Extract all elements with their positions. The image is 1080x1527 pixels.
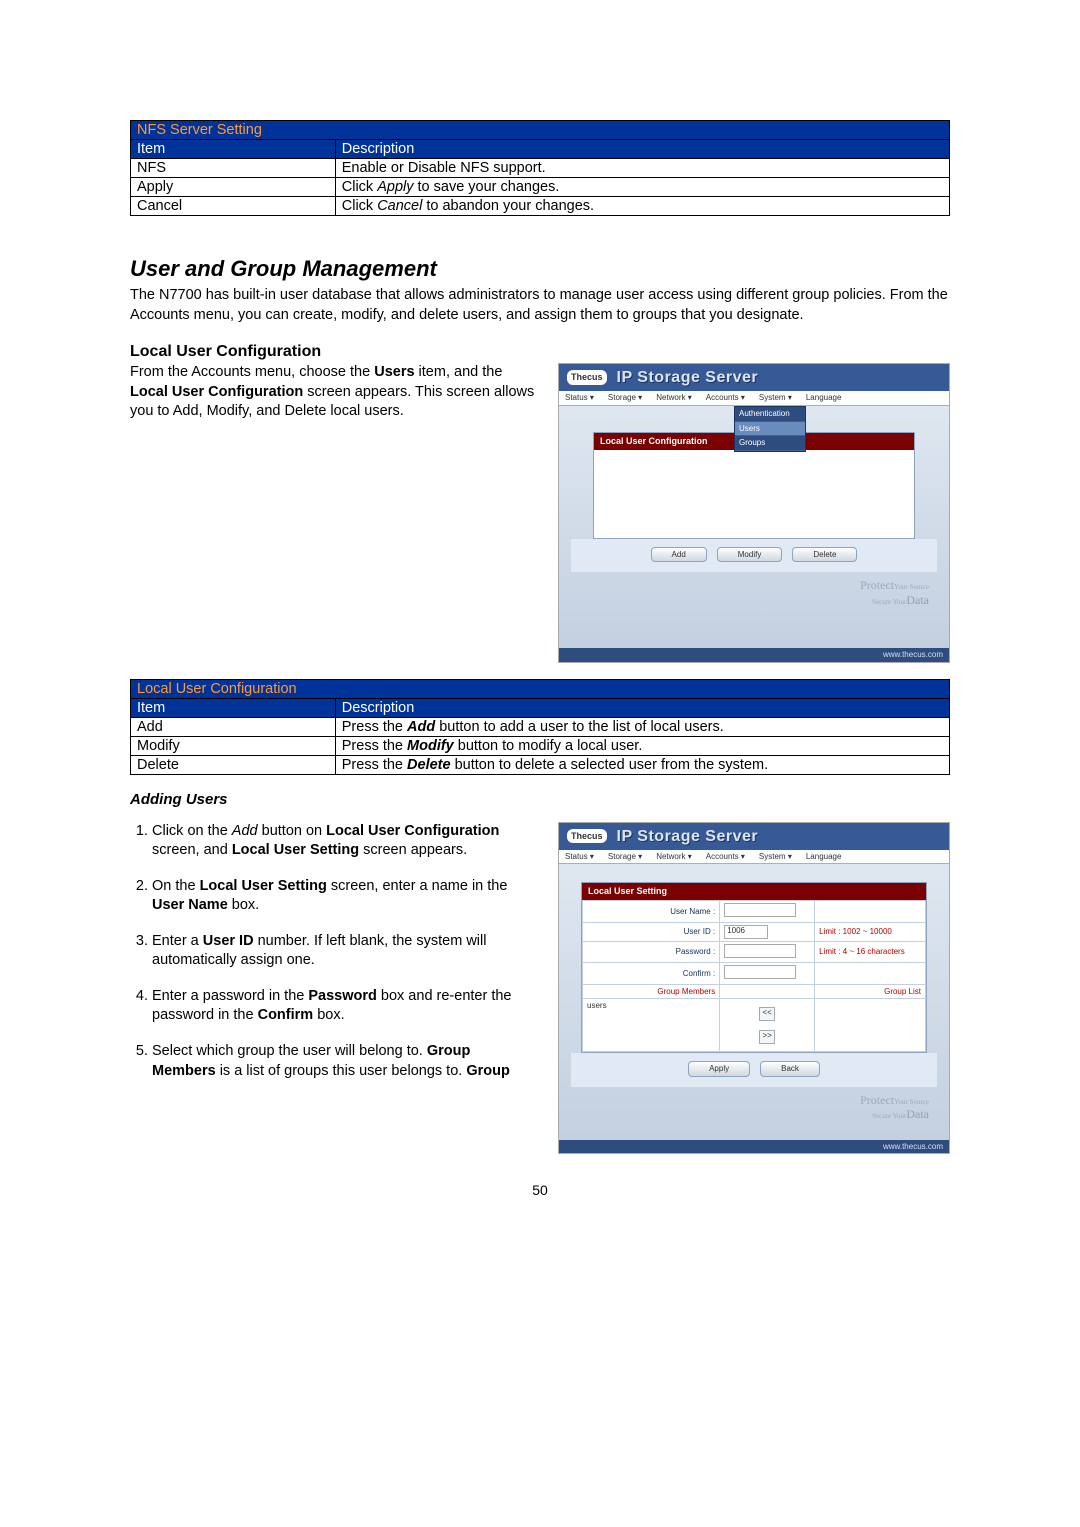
table-row: Modify Press the Modify button to modify… [131, 736, 950, 755]
section-intro: The N7700 has built-in user database tha… [130, 286, 950, 325]
thecus-logo: Thecus [567, 370, 607, 385]
local-user-paragraph: From the Accounts menu, choose the Users… [130, 363, 538, 422]
local-col-item: Item [131, 698, 336, 717]
step-1: Click on the Add button on Local User Co… [152, 822, 538, 861]
confirm-field[interactable] [724, 965, 796, 979]
panel-title: Local User Setting [582, 883, 926, 900]
modify-button[interactable]: Modify [717, 547, 783, 563]
table-row: Cancel Click Cancel to abandon your chan… [131, 197, 950, 216]
step-5: Select which group the user will belong … [152, 1042, 538, 1081]
label-confirm: Confirm : [583, 963, 720, 985]
footer-url: www.thecus.com [559, 648, 949, 662]
adding-users-heading: Adding Users [130, 791, 950, 808]
footer-branding: ProtectYour Source Secure YourData [571, 572, 937, 609]
section-title: User and Group Management [130, 256, 950, 282]
password-field[interactable] [724, 944, 796, 958]
username-field[interactable] [724, 903, 796, 917]
step-2: On the Local User Setting screen, enter … [152, 877, 538, 916]
apply-button[interactable]: Apply [688, 1061, 750, 1077]
step-3: Enter a User ID number. If left blank, t… [152, 932, 538, 971]
password-limit: Limit : 4 ~ 16 characters [815, 941, 926, 963]
move-right-button[interactable]: >> [759, 1030, 775, 1044]
nfs-server-setting-table: NFS Server Setting Item Description NFS … [130, 120, 950, 216]
label-password: Password : [583, 941, 720, 963]
local-user-config-table: Local User Configuration Item Descriptio… [130, 679, 950, 775]
nfs-col-item: Item [131, 140, 336, 159]
label-group-members: Group Members [583, 984, 720, 999]
group-list-box[interactable] [815, 999, 926, 1052]
local-table-title: Local User Configuration [131, 679, 950, 698]
nfs-table-title: NFS Server Setting [131, 121, 950, 140]
thecus-logo: Thecus [567, 829, 607, 844]
table-row: Delete Press the Delete button to delete… [131, 755, 950, 774]
userid-limit: Limit : 1002 ~ 10000 [815, 922, 926, 941]
ip-storage-title: IP Storage Server [617, 827, 759, 846]
label-group-list: Group List [815, 984, 926, 999]
label-username: User Name : [583, 901, 720, 923]
ip-storage-title: IP Storage Server [617, 368, 759, 387]
footer-url: www.thecus.com [559, 1140, 949, 1154]
table-row: Add Press the Add button to add a user t… [131, 717, 950, 736]
label-userid: User ID : [583, 922, 720, 941]
add-button[interactable]: Add [651, 547, 707, 563]
delete-button[interactable]: Delete [792, 547, 857, 563]
step-4: Enter a password in the Password box and… [152, 987, 538, 1026]
accounts-dropdown: Authentication Users Groups [734, 406, 806, 452]
userid-field[interactable]: 1006 [724, 925, 768, 939]
back-button[interactable]: Back [760, 1061, 820, 1077]
group-members-box[interactable]: users [583, 999, 720, 1052]
main-menu: Status ▾ Storage ▾ Network ▾ Accounts ▾ … [559, 850, 949, 865]
local-col-desc: Description [335, 698, 949, 717]
local-user-heading: Local User Configuration [130, 343, 950, 361]
move-left-button[interactable]: << [759, 1007, 775, 1021]
adding-users-steps: Click on the Add button on Local User Co… [130, 822, 538, 1082]
main-menu: Status ▾ Storage ▾ Network ▾ Accounts ▾ … [559, 391, 949, 406]
page-number: 50 [130, 1182, 950, 1198]
nfs-col-desc: Description [335, 140, 949, 159]
local-user-setting-screenshot: Thecus IP Storage Server Status ▾ Storag… [558, 822, 950, 1155]
local-user-config-screenshot: Thecus IP Storage Server Status ▾ Storag… [558, 363, 950, 662]
table-row: Apply Click Apply to save your changes. [131, 178, 950, 197]
footer-branding: ProtectYour Source Secure YourData [571, 1087, 937, 1124]
table-row: NFS Enable or Disable NFS support. [131, 159, 950, 178]
